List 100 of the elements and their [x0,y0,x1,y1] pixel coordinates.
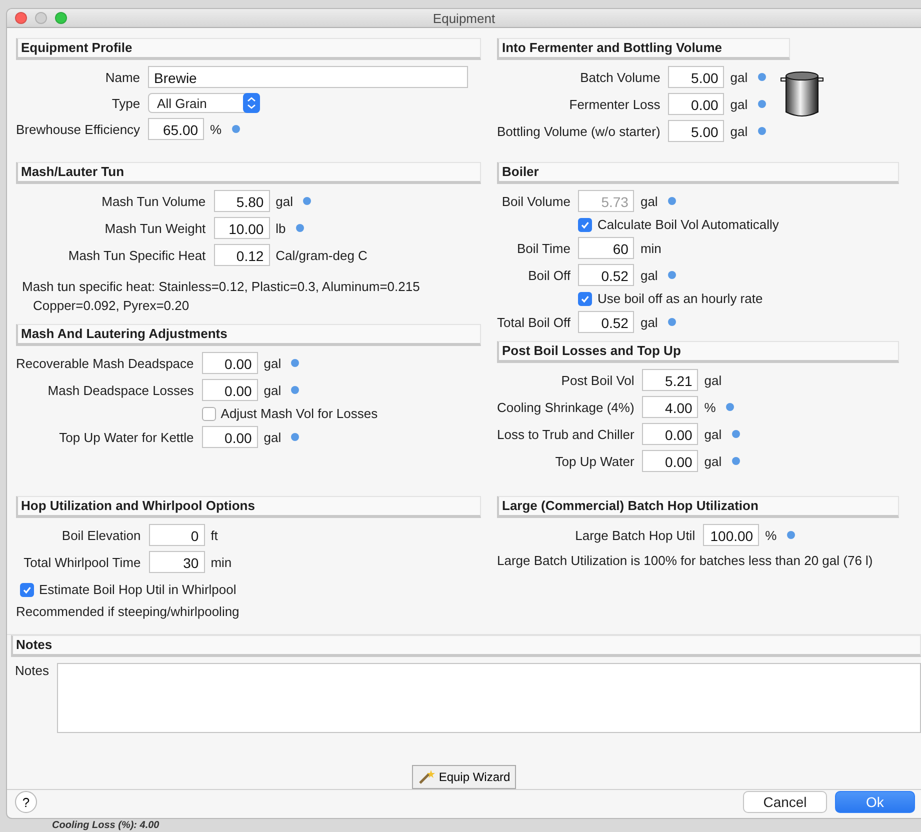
unit-label: Cal/gram-deg C [276,248,368,262]
field-label: Cooling Shrinkage (4%) [497,400,634,414]
field-label: Boil Volume [500,194,570,208]
checkbox[interactable] [20,582,34,596]
checkmark-icon [580,294,590,304]
section-header: Mash And Lautering Adjustments [16,324,481,346]
number-field[interactable]: 30 [148,551,205,573]
name-field[interactable]: Brewie [148,66,468,88]
number-field[interactable]: 5.21 [642,369,698,391]
unit-label: gal [704,372,722,388]
field-label: Brewhouse Efficiency [16,122,140,136]
number-field[interactable]: 0.52 [578,311,634,333]
unit-label: gal [640,314,658,330]
unit-label: gal [276,194,294,208]
section-header: Mash/Lauter Tun [16,162,481,184]
number-field[interactable]: 0.00 [202,352,258,374]
checkbox-label: Adjust Mash Vol for Losses [220,406,378,421]
section-header: Large (Commercial) Batch Hop Utilization [497,496,899,518]
field-label: Post Boil Vol [560,372,634,388]
minimize-icon[interactable] [35,12,47,24]
number-field[interactable]: 0.52 [578,264,634,286]
unit-label: gal [264,382,282,398]
unit-label: % [704,400,716,414]
window-title: Equipment [432,10,496,26]
unit-label: gal [640,268,658,282]
number-field[interactable]: 5.00 [668,66,724,88]
help-button[interactable]: ? [15,791,37,813]
magic-wand-icon [418,769,436,785]
number-field[interactable]: 60 [578,237,634,259]
stepper-arrows-icon[interactable] [243,93,260,113]
number-field[interactable]: 0.00 [202,379,258,401]
section-header: Boiler [497,162,899,184]
field-label: Top Up Water for Kettle [58,430,194,444]
help-text: Mash tun specific heat: Stainless=0.12, Plastic=0.3, Aluminum=0.215 [21,278,420,296]
section-header: Post Boil Losses and Top Up [497,341,899,363]
field-label: Boil Elevation [60,528,141,542]
checkbox-label: Calculate Boil Vol Automatically [597,217,779,232]
field-label: Boil Off [527,268,570,282]
checkbox[interactable] [578,292,592,306]
checkmark-icon [580,220,590,230]
unit-label: gal [730,70,748,84]
unit-label: min [210,554,232,570]
field-label: Bottling Volume (w/o starter) [497,124,660,138]
number-field[interactable]: 0.00 [202,426,258,448]
ok-button[interactable]: Ok [835,791,915,813]
field-label: Boil Time [516,240,570,256]
notes-field[interactable] [56,663,921,733]
number-field[interactable]: 4.00 [642,396,698,418]
unit-label: ft [210,528,218,542]
field-label: Top Up Water [554,454,634,468]
unit-label: lb [276,220,286,236]
field-label: Large Batch Hop Util [574,528,696,542]
unit-label: % [765,528,777,542]
number-field[interactable]: 100.00 [703,524,760,546]
field-label: Name [104,70,140,84]
number-field[interactable]: 0.00 [642,423,698,445]
unit-label: % [210,122,222,136]
equip-wizard-button[interactable]: Equip Wizard [412,765,516,789]
section-header: Notes [11,635,921,657]
help-text: Recommended if steeping/whirlpooling [16,603,240,621]
number-field[interactable]: 0.00 [642,450,698,472]
number-field[interactable]: 0.00 [668,93,724,115]
field-label: Batch Volume [579,70,660,84]
type-select[interactable]: All Grain [148,93,260,113]
field-label: Type [110,96,140,110]
field-label: Mash Tun Volume [100,194,206,208]
background-window-text: Cooling Loss (%): 4.00 [51,819,160,832]
number-field[interactable]: 5.80 [214,190,270,212]
unit-label: gal [730,124,748,138]
unit-label: min [640,240,662,256]
checkbox[interactable] [202,406,216,420]
number-field[interactable]: 65.00 [148,118,204,140]
checkbox[interactable] [578,218,592,232]
field-label: Fermenter Loss [568,96,660,112]
zoom-icon[interactable] [55,12,67,24]
section-header: Equipment Profile [16,38,481,60]
number-field[interactable]: 5.00 [668,120,724,142]
field-label: Total Boil Off [497,314,570,330]
number-field[interactable]: 0.12 [214,244,270,266]
checkbox-label: Use boil off as an hourly rate [597,291,763,306]
unit-label: gal [264,430,282,444]
section-header: Into Fermenter and Bottling Volume [497,38,790,60]
number-field[interactable]: 10.00 [214,217,270,239]
field-label: Total Whirlpool Time [22,554,141,570]
number-field[interactable]: 0 [148,524,205,546]
field-label: Recoverable Mash Deadspace [16,356,194,370]
field-label: Notes [15,663,49,680]
close-icon[interactable] [15,12,27,24]
help-text: Copper=0.092, Pyrex=0.20 [32,297,190,315]
field-label: Mash Deadspace Losses [46,382,194,398]
cancel-button[interactable]: Cancel [743,791,827,813]
unit-label: gal [264,356,282,370]
field-label: Loss to Trub and Chiller [497,426,634,442]
checkmark-icon [22,584,32,594]
section-header: Hop Utilization and Whirlpool Options [16,496,481,518]
unit-label: gal [704,426,722,442]
unit-label: gal [640,194,658,208]
checkbox-label: Estimate Boil Hop Util in Whirlpool [39,582,236,597]
field-label: Mash Tun Specific Heat [67,248,206,262]
help-text: Large Batch Utilization is 100% for batches less than 20 gal (76 l) [497,552,873,570]
